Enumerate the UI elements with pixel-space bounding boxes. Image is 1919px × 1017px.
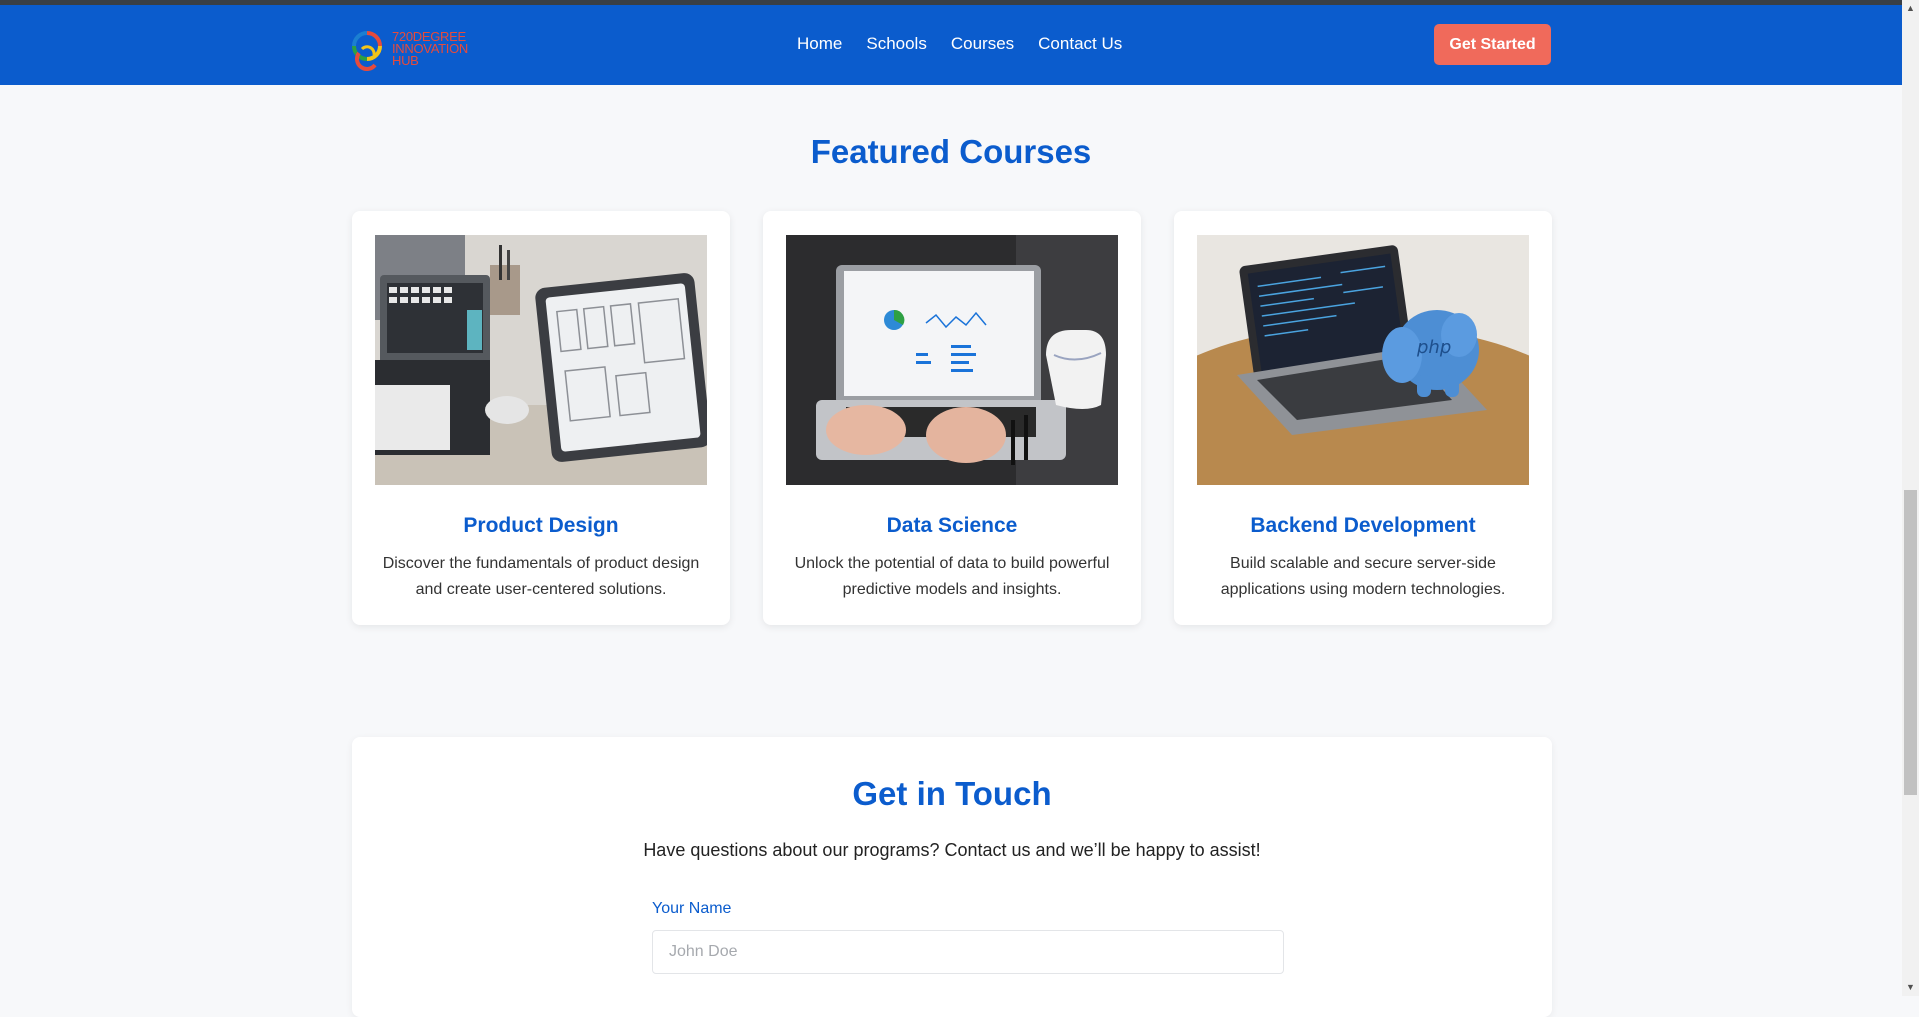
page-scrollbar[interactable]: ▲ ▼ <box>1902 0 1919 996</box>
name-field-label: Your Name <box>652 900 732 917</box>
data-science-image <box>786 235 1118 485</box>
contact-title: Get in Touch <box>852 775 1052 812</box>
scroll-up-arrow-icon[interactable]: ▲ <box>1902 0 1919 17</box>
navbar: 720DEGREE INNOVATION HUB Home Schools Co… <box>0 5 1902 85</box>
product-design-image <box>375 235 707 485</box>
course-description: Unlock the potential of data to build po… <box>794 555 1110 598</box>
nav-link-contact-us[interactable]: Contact Us <box>1038 34 1122 54</box>
course-card-data-science[interactable]: Data Science Unlock the potential of dat… <box>763 211 1141 625</box>
nav-link-courses[interactable]: Courses <box>951 34 1014 54</box>
course-card-product-design[interactable]: Product Design Discover the fundamentals… <box>352 211 730 625</box>
scrollbar-thumb[interactable] <box>1904 490 1917 795</box>
site-logo[interactable]: 720DEGREE INNOVATION HUB <box>350 25 490 73</box>
course-title[interactable]: Data Science <box>763 514 1141 538</box>
contact-section: Get in Touch Have questions about our pr… <box>352 737 1552 1017</box>
logo-line-3: HUB <box>392 53 419 68</box>
get-started-button[interactable]: Get Started <box>1434 24 1551 65</box>
logo-text: 720DEGREE INNOVATION HUB <box>392 30 502 68</box>
course-description: Discover the fundamentals of product des… <box>382 555 700 598</box>
nav-link-schools[interactable]: Schools <box>866 34 926 54</box>
backend-development-image: php <box>1197 235 1529 485</box>
scroll-down-arrow-icon[interactable]: ▼ <box>1902 979 1919 996</box>
course-description: Build scalable and secure server-side ap… <box>1220 555 1506 598</box>
svg-text:php: php <box>1416 337 1451 358</box>
featured-courses-title: Featured Courses <box>810 133 1092 170</box>
course-card-backend-development[interactable]: php Backend Development Build scalable a… <box>1174 211 1552 625</box>
course-title[interactable]: Product Design <box>352 514 730 538</box>
nav-link-home[interactable]: Home <box>797 34 842 54</box>
course-title[interactable]: Backend Development <box>1174 514 1552 538</box>
logo-mark-icon <box>352 31 382 71</box>
main-nav: Home Schools Courses Contact Us <box>797 34 1146 54</box>
contact-subtitle: Have questions about our programs? Conta… <box>643 840 1261 860</box>
name-field[interactable] <box>652 930 1284 974</box>
